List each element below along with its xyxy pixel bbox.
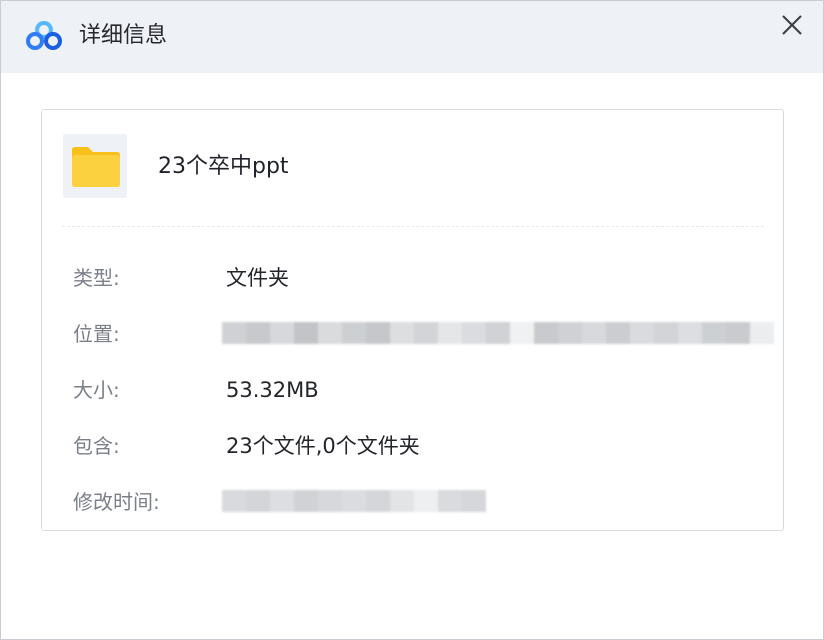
size-value: 53.32MB <box>226 378 319 402</box>
type-value: 文件夹 <box>226 266 289 290</box>
folder-icon <box>72 147 120 187</box>
type-label: 类型: <box>73 266 120 290</box>
divider <box>62 226 764 227</box>
detail-row-type: 类型: 文件夹 <box>42 262 782 294</box>
detail-row-location: 位置: <box>42 318 782 350</box>
modified-value-redacted <box>222 490 486 512</box>
contains-value: 23个文件,0个文件夹 <box>226 434 420 458</box>
baidu-netdisk-cloud-icon <box>25 21 63 51</box>
modified-label: 修改时间: <box>73 490 160 514</box>
folder-thumbnail <box>63 134 127 198</box>
size-label: 大小: <box>73 378 120 402</box>
details-panel: 23个卒中ppt 类型: 文件夹 位置: 大小: 53.32MB 包含: 23个… <box>41 109 784 531</box>
file-name: 23个卒中ppt <box>158 154 289 179</box>
location-label: 位置: <box>73 322 120 346</box>
detail-row-size: 大小: 53.32MB <box>42 374 782 406</box>
detail-row-contains: 包含: 23个文件,0个文件夹 <box>42 430 782 462</box>
close-button[interactable] <box>771 5 811 45</box>
title-bar: 详细信息 <box>1 1 823 73</box>
details-dialog: 详细信息 23个卒中ppt 类型: 文件夹 位置: 大小: 53.32MB 包含… <box>0 0 824 640</box>
detail-row-modified: 修改时间: <box>42 486 782 518</box>
location-value-redacted <box>222 322 774 344</box>
close-icon <box>782 15 802 35</box>
window-title: 详细信息 <box>79 23 168 48</box>
contains-label: 包含: <box>73 434 120 458</box>
